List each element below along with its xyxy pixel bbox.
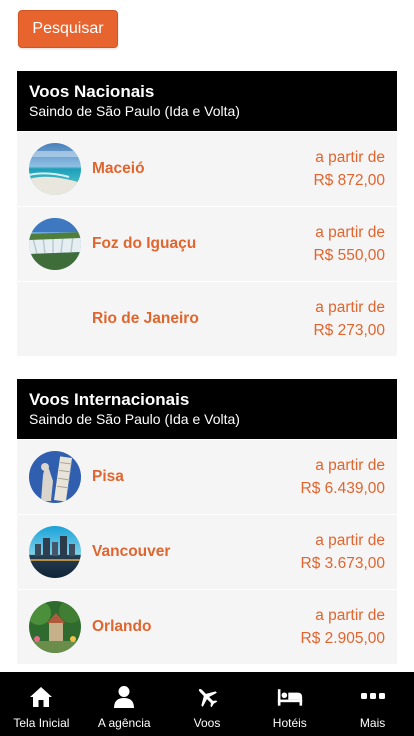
pisa-tower-photo bbox=[29, 451, 81, 503]
destination-name: Pisa bbox=[92, 468, 124, 485]
search-button[interactable]: Pesquisar bbox=[18, 10, 118, 48]
nav-label: Mais bbox=[359, 716, 386, 730]
destination-name: Rio de Janeiro bbox=[92, 310, 199, 327]
destination-row-orlando[interactable]: Orlando a partir de R$ 2.905,00 bbox=[17, 589, 397, 664]
price-value: R$ 872,00 bbox=[313, 172, 385, 189]
price-block: a partir de R$ 872,00 bbox=[313, 146, 385, 192]
nav-item-agency[interactable]: A agência bbox=[83, 672, 166, 736]
nav-item-flights[interactable]: Voos bbox=[166, 672, 249, 736]
city-skyline-photo bbox=[29, 526, 81, 578]
price-prefix: a partir de bbox=[315, 532, 385, 549]
destination-row-pisa[interactable]: Pisa a partir de R$ 6.439,00 bbox=[17, 439, 397, 514]
section-title: Voos Nacionais bbox=[29, 82, 155, 101]
nav-label: Voos bbox=[193, 716, 221, 730]
price-block: a partir de R$ 2.905,00 bbox=[301, 604, 385, 650]
destination-row-vancouver[interactable]: Vancouver a partir de R$ 3.673,00 bbox=[17, 514, 397, 589]
price-block: a partir de R$ 550,00 bbox=[313, 221, 385, 267]
destination-row-foz-do-iguacu[interactable]: Foz do Iguaçu a partir de R$ 550,00 bbox=[17, 206, 397, 281]
price-value: R$ 273,00 bbox=[313, 322, 385, 339]
price-value: R$ 550,00 bbox=[313, 247, 385, 264]
user-icon bbox=[111, 684, 137, 710]
photo-placeholder bbox=[29, 293, 81, 345]
bottom-navigation: Tela Inicial A agência Voos Hotéis Mais bbox=[0, 672, 414, 736]
destination-name: Orlando bbox=[92, 618, 152, 635]
theme-park-photo bbox=[29, 601, 81, 653]
section-subtitle: Saindo de São Paulo (Ida e Volta) bbox=[29, 103, 240, 119]
price-block: a partir de R$ 6.439,00 bbox=[301, 454, 385, 500]
more-icon bbox=[360, 684, 386, 710]
destination-row-rio-de-janeiro[interactable]: Rio de Janeiro a partir de R$ 273,00 bbox=[17, 281, 397, 356]
nav-label: A agência bbox=[97, 716, 151, 730]
bed-icon bbox=[277, 684, 303, 710]
destination-name: Maceió bbox=[92, 160, 145, 177]
nav-item-home[interactable]: Tela Inicial bbox=[0, 672, 83, 736]
price-block: a partir de R$ 273,00 bbox=[313, 296, 385, 342]
home-icon bbox=[28, 684, 54, 710]
price-prefix: a partir de bbox=[315, 457, 385, 474]
section-title: Voos Internacionais bbox=[29, 390, 190, 409]
price-value: R$ 3.673,00 bbox=[300, 555, 385, 572]
beach-photo bbox=[29, 143, 81, 195]
price-block: a partir de R$ 3.673,00 bbox=[301, 529, 385, 575]
nav-label: Tela Inicial bbox=[13, 716, 70, 730]
price-value: R$ 2.905,00 bbox=[300, 630, 385, 647]
national-flights-section: Voos Nacionais Saindo de São Paulo (Ida … bbox=[17, 71, 397, 356]
destination-name: Foz do Iguaçu bbox=[92, 235, 197, 252]
price-prefix: a partir de bbox=[315, 299, 385, 316]
price-prefix: a partir de bbox=[315, 224, 385, 241]
waterfall-photo bbox=[29, 218, 81, 270]
price-value: R$ 6.439,00 bbox=[300, 480, 385, 497]
section-subtitle: Saindo de São Paulo (Ida e Volta) bbox=[29, 411, 240, 427]
price-prefix: a partir de bbox=[315, 607, 385, 624]
airplane-icon bbox=[194, 684, 220, 710]
nav-item-more[interactable]: Mais bbox=[331, 672, 414, 736]
destination-name: Vancouver bbox=[92, 543, 171, 560]
nav-item-hotels[interactable]: Hotéis bbox=[248, 672, 331, 736]
content-area[interactable]: Pesquisar Voos Nacionais Saindo de São P… bbox=[0, 0, 414, 672]
price-prefix: a partir de bbox=[315, 149, 385, 166]
nav-label: Hotéis bbox=[272, 716, 307, 730]
section-header: Voos Nacionais Saindo de São Paulo (Ida … bbox=[17, 71, 397, 131]
international-flights-section: Voos Internacionais Saindo de São Paulo … bbox=[17, 379, 397, 664]
destination-row-maceio[interactable]: Maceió a partir de R$ 872,00 bbox=[17, 131, 397, 206]
section-header: Voos Internacionais Saindo de São Paulo … bbox=[17, 379, 397, 439]
